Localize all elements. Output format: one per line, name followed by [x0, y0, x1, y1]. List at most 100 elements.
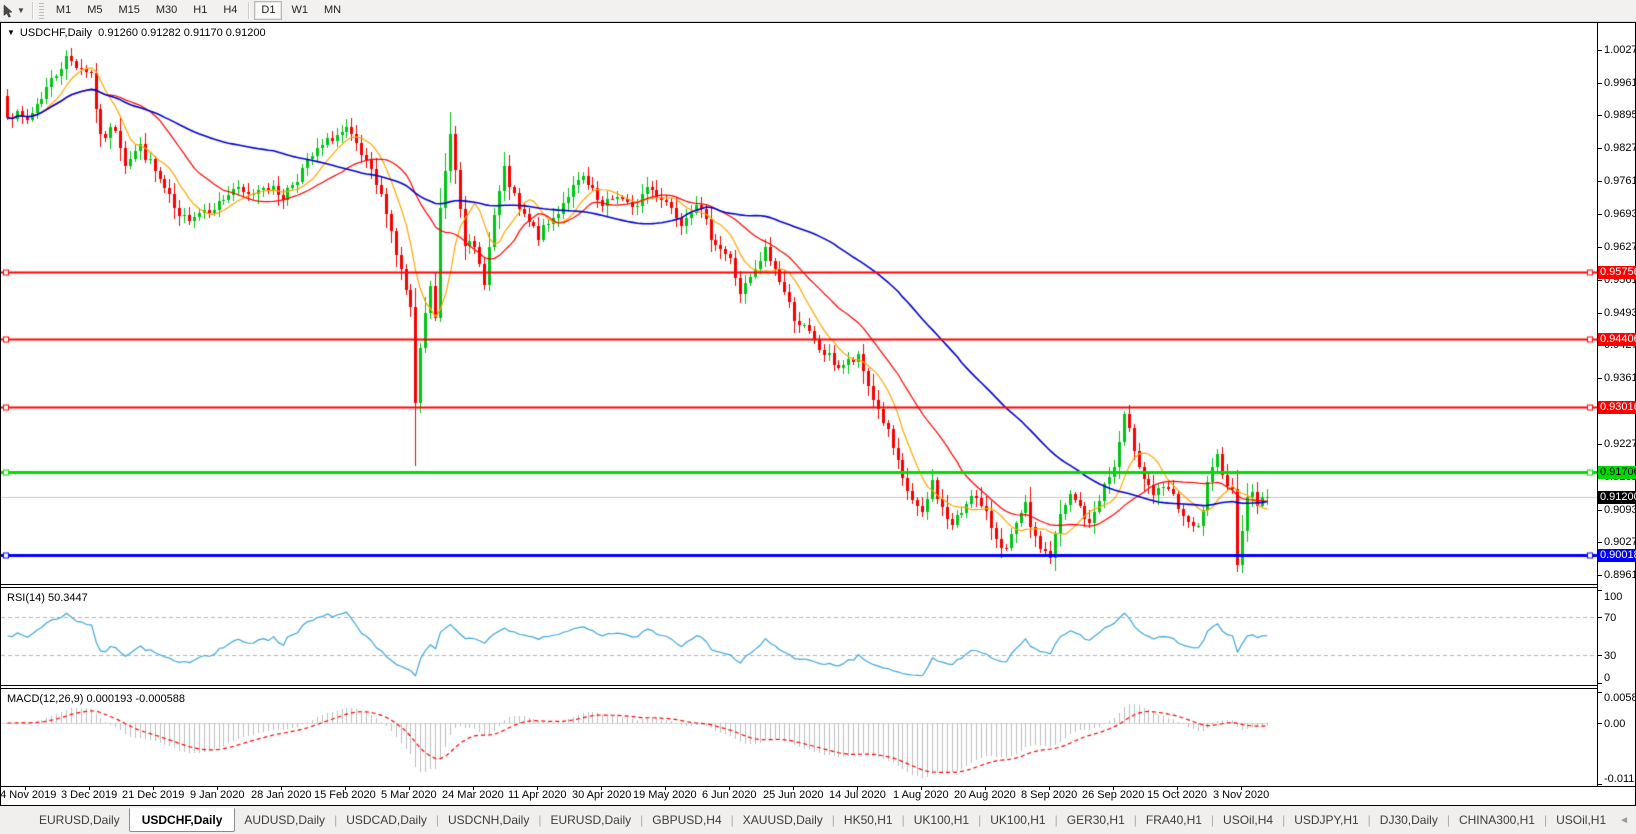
timeframe-button-m30[interactable]: M30	[149, 1, 184, 20]
price-tick-label: 0.99610	[1604, 77, 1636, 89]
tab-usdjpy-h1[interactable]: USDJPY,H1	[1285, 809, 1367, 831]
timeframe-button-d1[interactable]: D1	[254, 1, 283, 20]
date-tick-label: 24 Mar 2020	[442, 789, 504, 801]
timeframe-buttons: M1 M5 M15 M30 H1 H4 D1 W1 MN	[48, 1, 349, 20]
price-tick-mark	[1598, 510, 1602, 511]
macd-tick-label: -0.01151	[1604, 773, 1636, 785]
tab-eurusd-daily[interactable]: EURUSD,Daily	[30, 809, 129, 831]
hline-price-label: 0.95756	[1598, 266, 1636, 279]
price-tick-label: 0.89610	[1604, 569, 1636, 581]
timeframe-button-m5[interactable]: M5	[80, 1, 109, 20]
toolbar-separator	[248, 2, 251, 19]
price-tick-mark	[1598, 313, 1602, 314]
tab-eurusd-daily[interactable]: EURUSD,Daily	[541, 809, 640, 831]
chart-cursor-icon[interactable]	[1, 3, 15, 18]
date-tick-label: 8 Sep 2020	[1021, 789, 1078, 801]
hline-price-label: 0.93016	[1598, 401, 1636, 414]
price-tick-mark	[1598, 542, 1602, 543]
macd-tick-label: 0.00	[1604, 718, 1626, 730]
rsi-label: RSI(14) 50.3447	[7, 592, 88, 604]
tab-uk100-h1[interactable]: UK100,H1	[981, 809, 1054, 831]
rsi-tick-mark	[1598, 617, 1602, 618]
date-tick-label: 15 Feb 2020	[314, 789, 376, 801]
tab-gbpusd-h4[interactable]: GBPUSD,H4	[643, 809, 730, 831]
date-tick-label: 25 Jun 2020	[763, 789, 824, 801]
date-tick-label: 11 Apr 2020	[508, 789, 567, 801]
price-tick-label: 0.90270	[1604, 536, 1636, 548]
tab-usoil-h1[interactable]: USOil,H1	[1547, 809, 1615, 831]
date-tick-label: 9 Jan 2020	[190, 789, 245, 801]
macd-tick-mark	[1598, 784, 1602, 785]
macd-indicator-canvas[interactable]	[1, 689, 1597, 786]
price-tick-mark	[1598, 181, 1602, 182]
date-tick-label: 1 Aug 2020	[893, 789, 949, 801]
rsi-tick-label: 30	[1604, 650, 1617, 662]
tab-scroll-left-icon[interactable]: ◄	[1615, 815, 1633, 826]
rsi-indicator-canvas[interactable]	[1, 588, 1597, 685]
date-tick-label: 19 May 2020	[633, 789, 697, 801]
rsi-tick-mark	[1598, 683, 1602, 684]
date-tick-label: 14 Jul 2020	[829, 789, 886, 801]
date-tick-label: 6 Jun 2020	[702, 789, 757, 801]
price-tick-label: 0.90930	[1604, 504, 1636, 516]
timeframe-button-h4[interactable]: H4	[216, 1, 244, 20]
price-tick-label: 0.98270	[1604, 142, 1636, 154]
tab-fra40-h1[interactable]: FRA40,H1	[1137, 809, 1211, 831]
tab-ger30-h1[interactable]: GER30,H1	[1058, 809, 1134, 831]
price-tick-label: 0.96930	[1604, 208, 1636, 220]
chevron-down-icon[interactable]: ▼	[15, 6, 29, 15]
mt4-terminal: ▼ M1 M5 M15 M30 H1 H4 D1 W1 MN ▼ USDCHF,Daily 0.9…	[0, 0, 1636, 834]
price-tick-mark	[1598, 148, 1602, 149]
price-tick-mark	[1598, 50, 1602, 51]
tab-china300-h1[interactable]: CHINA300,H1	[1450, 809, 1544, 831]
timeframe-button-m15[interactable]: M15	[111, 1, 146, 20]
tab-hk50-h1[interactable]: HK50,H1	[835, 809, 902, 831]
price-tick-label: 1.00270	[1604, 44, 1636, 56]
date-tick-label: 14 Nov 2019	[0, 789, 57, 801]
chart-tab-bar: EURUSD,Daily USDCHF,Daily AUDUSD,Daily | USD…	[0, 806, 1636, 834]
tab-uk100-h1[interactable]: UK100,H1	[905, 809, 978, 831]
price-tick-label: 0.94930	[1604, 307, 1636, 319]
date-tick-label: 26 Sep 2020	[1082, 789, 1145, 801]
timeframe-button-h1[interactable]: H1	[186, 1, 214, 20]
price-tick-mark	[1598, 214, 1602, 215]
date-tick-label: 15 Oct 2020	[1147, 789, 1207, 801]
hline-price-label: 0.91706	[1598, 466, 1636, 479]
price-tick-label: 0.93610	[1604, 372, 1636, 384]
chart-title: ▼ USDCHF,Daily 0.91260 0.91282 0.91170 0.…	[7, 27, 266, 39]
date-tick-label: 5 Mar 2020	[381, 789, 437, 801]
rsi-tick-label: 100	[1604, 591, 1623, 603]
date-tick-label: 3 Nov 2020	[1213, 789, 1270, 801]
hline-price-label: 0.90018	[1598, 549, 1636, 562]
date-tick-label: 28 Jan 2020	[251, 789, 312, 801]
date-tick-label: 30 Apr 2020	[572, 789, 632, 801]
timeframe-button-mn[interactable]: MN	[317, 1, 348, 20]
price-chart-canvas[interactable]	[1, 23, 1597, 584]
date-tick-label: 20 Aug 2020	[954, 789, 1016, 801]
tab-usoil-h4[interactable]: USOil,H4	[1214, 809, 1282, 831]
price-tick-mark	[1598, 115, 1602, 116]
symbol-timeframe-label: USDCHF,Daily	[19, 27, 93, 39]
rsi-tick-label: 0	[1604, 672, 1611, 684]
tab-dj30-daily[interactable]: DJ30,Daily	[1371, 809, 1447, 831]
price-tick-label: 0.96270	[1604, 241, 1636, 253]
collapse-icon[interactable]: ▼	[7, 28, 15, 37]
price-tick-mark	[1598, 378, 1602, 379]
timeframe-button-m1[interactable]: M1	[49, 1, 78, 20]
toolbar-grip[interactable]	[38, 2, 44, 19]
hline-price-label: 0.94406	[1598, 333, 1636, 346]
macd-tick-mark	[1598, 723, 1602, 724]
price-tick-label: 0.92270	[1604, 438, 1636, 450]
rsi-tick-label: 70	[1604, 612, 1617, 624]
macd-tick-mark	[1598, 692, 1602, 693]
tab-usdcad-daily[interactable]: USDCAD,Daily	[337, 809, 436, 831]
price-tick-mark	[1598, 444, 1602, 445]
toolbar-separator	[31, 2, 34, 19]
tab-audusd-daily[interactable]: AUDUSD,Daily	[235, 809, 334, 831]
tab-usdcnh-daily[interactable]: USDCNH,Daily	[439, 809, 538, 831]
tab-usdchf-daily[interactable]: USDCHF,Daily	[128, 808, 236, 832]
date-tick-label: 3 Dec 2019	[61, 789, 118, 801]
timeframe-button-w1[interactable]: W1	[284, 1, 315, 20]
tab-xauusd-daily[interactable]: XAUUSD,Daily	[734, 809, 832, 831]
price-tick-label: 0.97610	[1604, 175, 1636, 187]
